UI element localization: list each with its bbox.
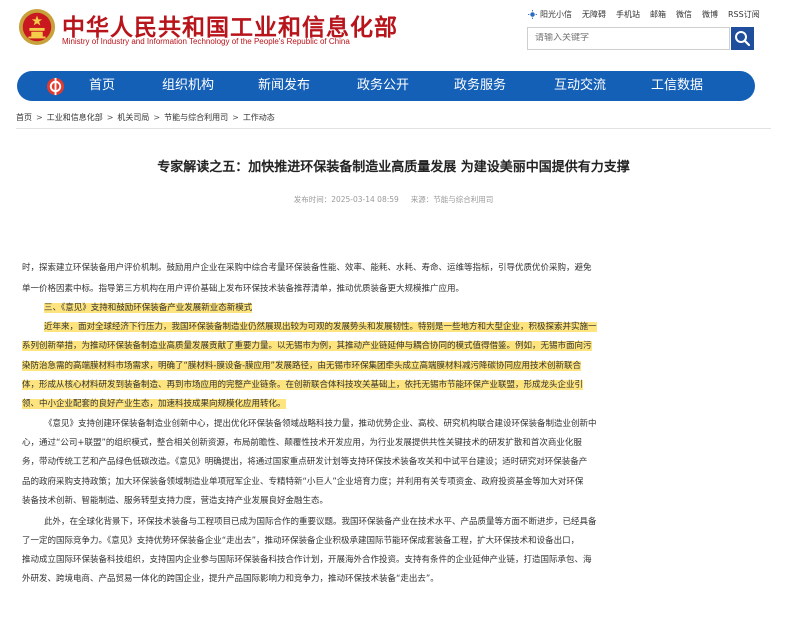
breadcrumb-separator: > xyxy=(232,113,239,122)
nav-item-interaction[interactable]: 互动交流 xyxy=(554,71,606,101)
site-header: 中华人民共和国工业和信息化部 Ministry of Industry and … xyxy=(0,0,787,62)
breadcrumb-departments[interactable]: 机关司局 xyxy=(117,112,149,123)
breadcrumb-home[interactable]: 首页 xyxy=(16,112,32,123)
article-line: 此外，在全球化背景下，环保技术装备与工程项目已成为国际合作的重要议题。我国环保装… xyxy=(44,517,597,527)
article-line: 品的政府采购支持政策；加大环保装备领域制造业单项冠军企业、专精特新“小巨人”企业… xyxy=(22,477,584,487)
search-box[interactable] xyxy=(527,27,730,50)
article-line: 体，形成从核心材料研发到装备制造、再到市场应用的完整产业链条。在创新联合体科技攻… xyxy=(22,380,584,390)
breadcrumb-separator: > xyxy=(106,113,114,122)
nav-item-news[interactable]: 新闻发布 xyxy=(258,71,310,101)
site-subtitle: Ministry of Industry and Information Tec… xyxy=(62,37,350,46)
national-emblem-icon[interactable] xyxy=(18,8,56,46)
article-line: 单一价格因素中标。指导第三方机构在用户评价基础上发布环保技术装备推荐清单，推动优… xyxy=(22,284,465,294)
nav-item-government-services[interactable]: 政务服务 xyxy=(454,71,506,101)
article-line: 近年来，面对全球经济下行压力，我国环保装备制造业仍然展现出较为可观的发展势头和发… xyxy=(44,322,597,332)
breadcrumb-separator: > xyxy=(36,113,43,122)
breadcrumb-energy-department[interactable]: 节能与综合利用司 xyxy=(164,112,228,123)
top-link-sunshine[interactable]: 阳光小信 xyxy=(540,9,572,20)
article-line: 心，通过“公司+联盟”的组织模式，整合相关创新资源，布局前瞻性、颠覆性技术开发应… xyxy=(22,438,582,448)
search-button[interactable] xyxy=(731,27,754,50)
sun-icon xyxy=(528,10,537,19)
article-line: 装备技术创新、智能制造、服务转型支持力度，营造支持产业发展良好金融生态。 xyxy=(22,496,329,506)
top-link-accessibility[interactable]: 无障碍 xyxy=(582,9,606,20)
breadcrumb-ministry[interactable]: 工业和信息化部 xyxy=(47,112,103,123)
search-input[interactable] xyxy=(535,33,722,43)
top-link-weibo[interactable]: 微博 xyxy=(702,9,718,20)
article-line: 了一定的国际竞争力。《意见》支持优势环保装备企业“走出去”，推动环保装备企业积极… xyxy=(22,536,580,546)
article-title: 专家解读之五：加快推进环保装备制造业高质量发展 为建设美丽中国提供有力支撑 xyxy=(157,160,630,175)
article-meta: 发布时间：2025-03-14 08:59 来源：节能与综合利用司 xyxy=(0,194,787,205)
top-link-rss[interactable]: RSS订阅 xyxy=(728,9,760,20)
article-line: 外研发、跨境电商、产品贸易一体化的跨国企业，提升产品国际影响力和竞争力，推动环保… xyxy=(22,574,439,584)
top-link-wechat[interactable]: 微信 xyxy=(676,9,692,20)
miit-logo-icon[interactable] xyxy=(46,77,65,96)
article-line: 务，带动传统工艺和产品绿色低碳改造。《意见》明确提出，将通过国家重点研发计划等支… xyxy=(22,457,588,467)
article-line: 领、中小企业配套的良好产业生态，加速科技成果向规模化应用转化。 xyxy=(22,399,286,409)
source: 节能与综合利用司 xyxy=(433,195,494,204)
breadcrumb-separator: > xyxy=(153,113,161,122)
nav-item-organization[interactable]: 组织机构 xyxy=(162,71,214,101)
nav-item-government-affairs[interactable]: 政务公开 xyxy=(357,71,409,101)
nav-item-home[interactable]: 首页 xyxy=(89,71,115,101)
main-nav: 首页 组织机构 新闻发布 政务公开 政务服务 互动交流 工信数据 xyxy=(17,71,755,101)
breadcrumb-work-news[interactable]: 工作动态 xyxy=(243,112,275,123)
top-links: 阳光小信 无障碍 手机站 邮箱 微信 微博 RSS订阅 xyxy=(528,9,770,23)
article-line: 系列创新举措，为推动环保装备制造业高质量发展贡献了重要力量。以无锡市为例，其推动… xyxy=(22,341,592,351)
article-line: 时，探索建立环保装备用户评价机制。鼓励用户企业在采购中综合考量环保装备性能、效率… xyxy=(22,263,592,273)
section-heading: 三、《意见》支持和鼓励环保装备产业发展新业态新模式 xyxy=(44,303,253,313)
breadcrumb: 首页 > 工业和信息化部 > 机关司局 > 节能与综合利用司 > 工作动态 xyxy=(16,112,275,123)
nav-item-data[interactable]: 工信数据 xyxy=(651,71,703,101)
article-line: 推动成立国际环保装备科技组织，支持国内企业参与国际环保装备科技合作计划，开展海外… xyxy=(22,555,592,565)
publish-date: 2025-03-14 08:59 xyxy=(331,195,399,204)
article-line: 《意见》支持创建环保装备制造业创新中心，提出优化环保装备领域战略科技力量，推动优… xyxy=(44,419,597,429)
top-link-mail[interactable]: 邮箱 xyxy=(650,9,666,20)
breadcrumb-divider xyxy=(16,128,771,129)
search-icon xyxy=(735,31,751,47)
article-line: 染防治急需的高端膜材料市场需求，明确了“膜材料-膜设备-膜应用”发展路径，由无锡… xyxy=(22,361,581,371)
source-label: 来源： xyxy=(410,195,434,204)
publish-date-label: 发布时间： xyxy=(293,195,332,204)
top-link-mobile[interactable]: 手机站 xyxy=(616,9,640,20)
